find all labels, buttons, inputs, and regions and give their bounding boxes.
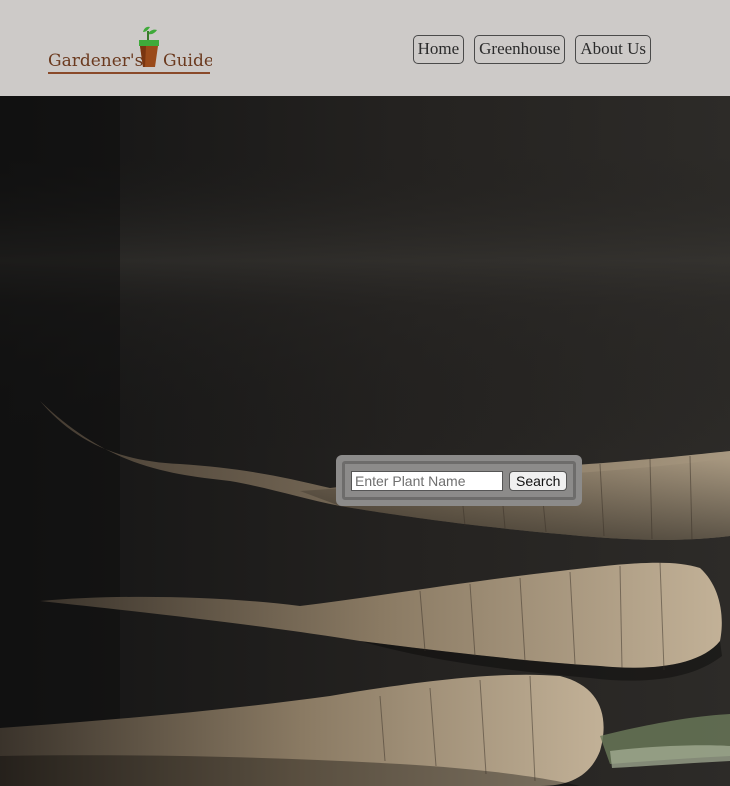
plant-search-form: Search [336,455,582,506]
plant-search-input[interactable] [351,470,503,491]
site-logo[interactable]: Gardener's Guide [46,24,212,76]
hero-image [0,96,730,786]
site-header: Gardener's Guide Home Greenhouse About U… [0,0,730,96]
page: Gardener's Guide Home Greenhouse About U… [0,0,730,786]
main-nav: Home Greenhouse About Us [412,35,651,64]
plant-search-inner: Search [342,461,576,500]
nav-about-us-button[interactable]: About Us [575,35,651,64]
nav-greenhouse-button[interactable]: Greenhouse [474,35,566,64]
nav-home-button[interactable]: Home [412,35,465,64]
search-button[interactable]: Search [509,470,568,491]
logo-text-right: Guide [163,51,212,71]
logo-text-left: Gardener's [48,51,143,71]
logo-underline [48,72,210,74]
